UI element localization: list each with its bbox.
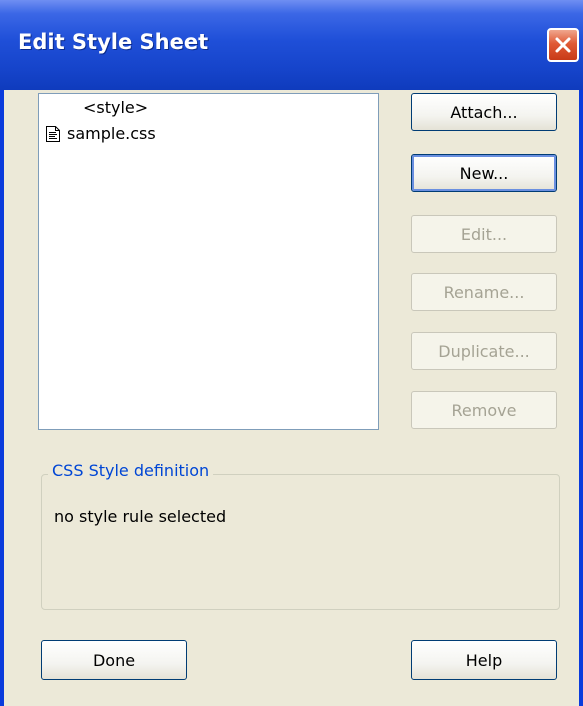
- done-button[interactable]: Done: [41, 640, 187, 680]
- close-icon: [555, 37, 571, 53]
- new-button[interactable]: New...: [411, 154, 557, 192]
- list-item-label: <style>: [83, 98, 149, 117]
- close-button[interactable]: [547, 28, 579, 62]
- list-item-sample-css[interactable]: sample.css: [45, 124, 156, 143]
- edit-button[interactable]: Edit...: [411, 215, 557, 253]
- done-button-label: Done: [92, 650, 136, 670]
- style-definition-text: no style rule selected: [54, 507, 227, 526]
- list-item-label: sample.css: [67, 124, 156, 143]
- new-button-label: New...: [459, 163, 509, 183]
- edit-button-label: Edit...: [460, 224, 508, 244]
- rename-button[interactable]: Rename...: [411, 273, 557, 311]
- duplicate-button-label: Duplicate...: [438, 341, 530, 361]
- remove-button[interactable]: Remove: [411, 391, 557, 429]
- title-bar[interactable]: Edit Style Sheet: [0, 0, 583, 90]
- dialog-title: Edit Style Sheet: [18, 30, 209, 54]
- attach-button-label: Attach...: [450, 102, 518, 122]
- edit-style-sheet-dialog: Edit Style Sheet <style> sample.css Atta…: [0, 0, 583, 706]
- list-item-style-tag[interactable]: <style>: [83, 98, 148, 117]
- css-style-definition-legend: CSS Style definition: [48, 461, 214, 480]
- attach-button[interactable]: Attach...: [411, 93, 557, 131]
- rename-button-label: Rename...: [443, 282, 525, 302]
- css-style-definition-group: [41, 474, 560, 610]
- help-button-label: Help: [465, 650, 503, 670]
- help-button[interactable]: Help: [411, 640, 557, 680]
- css-file-icon: [46, 125, 60, 142]
- remove-button-label: Remove: [451, 400, 517, 420]
- stylesheet-list[interactable]: <style> sample.css: [38, 93, 379, 430]
- duplicate-button[interactable]: Duplicate...: [411, 332, 557, 370]
